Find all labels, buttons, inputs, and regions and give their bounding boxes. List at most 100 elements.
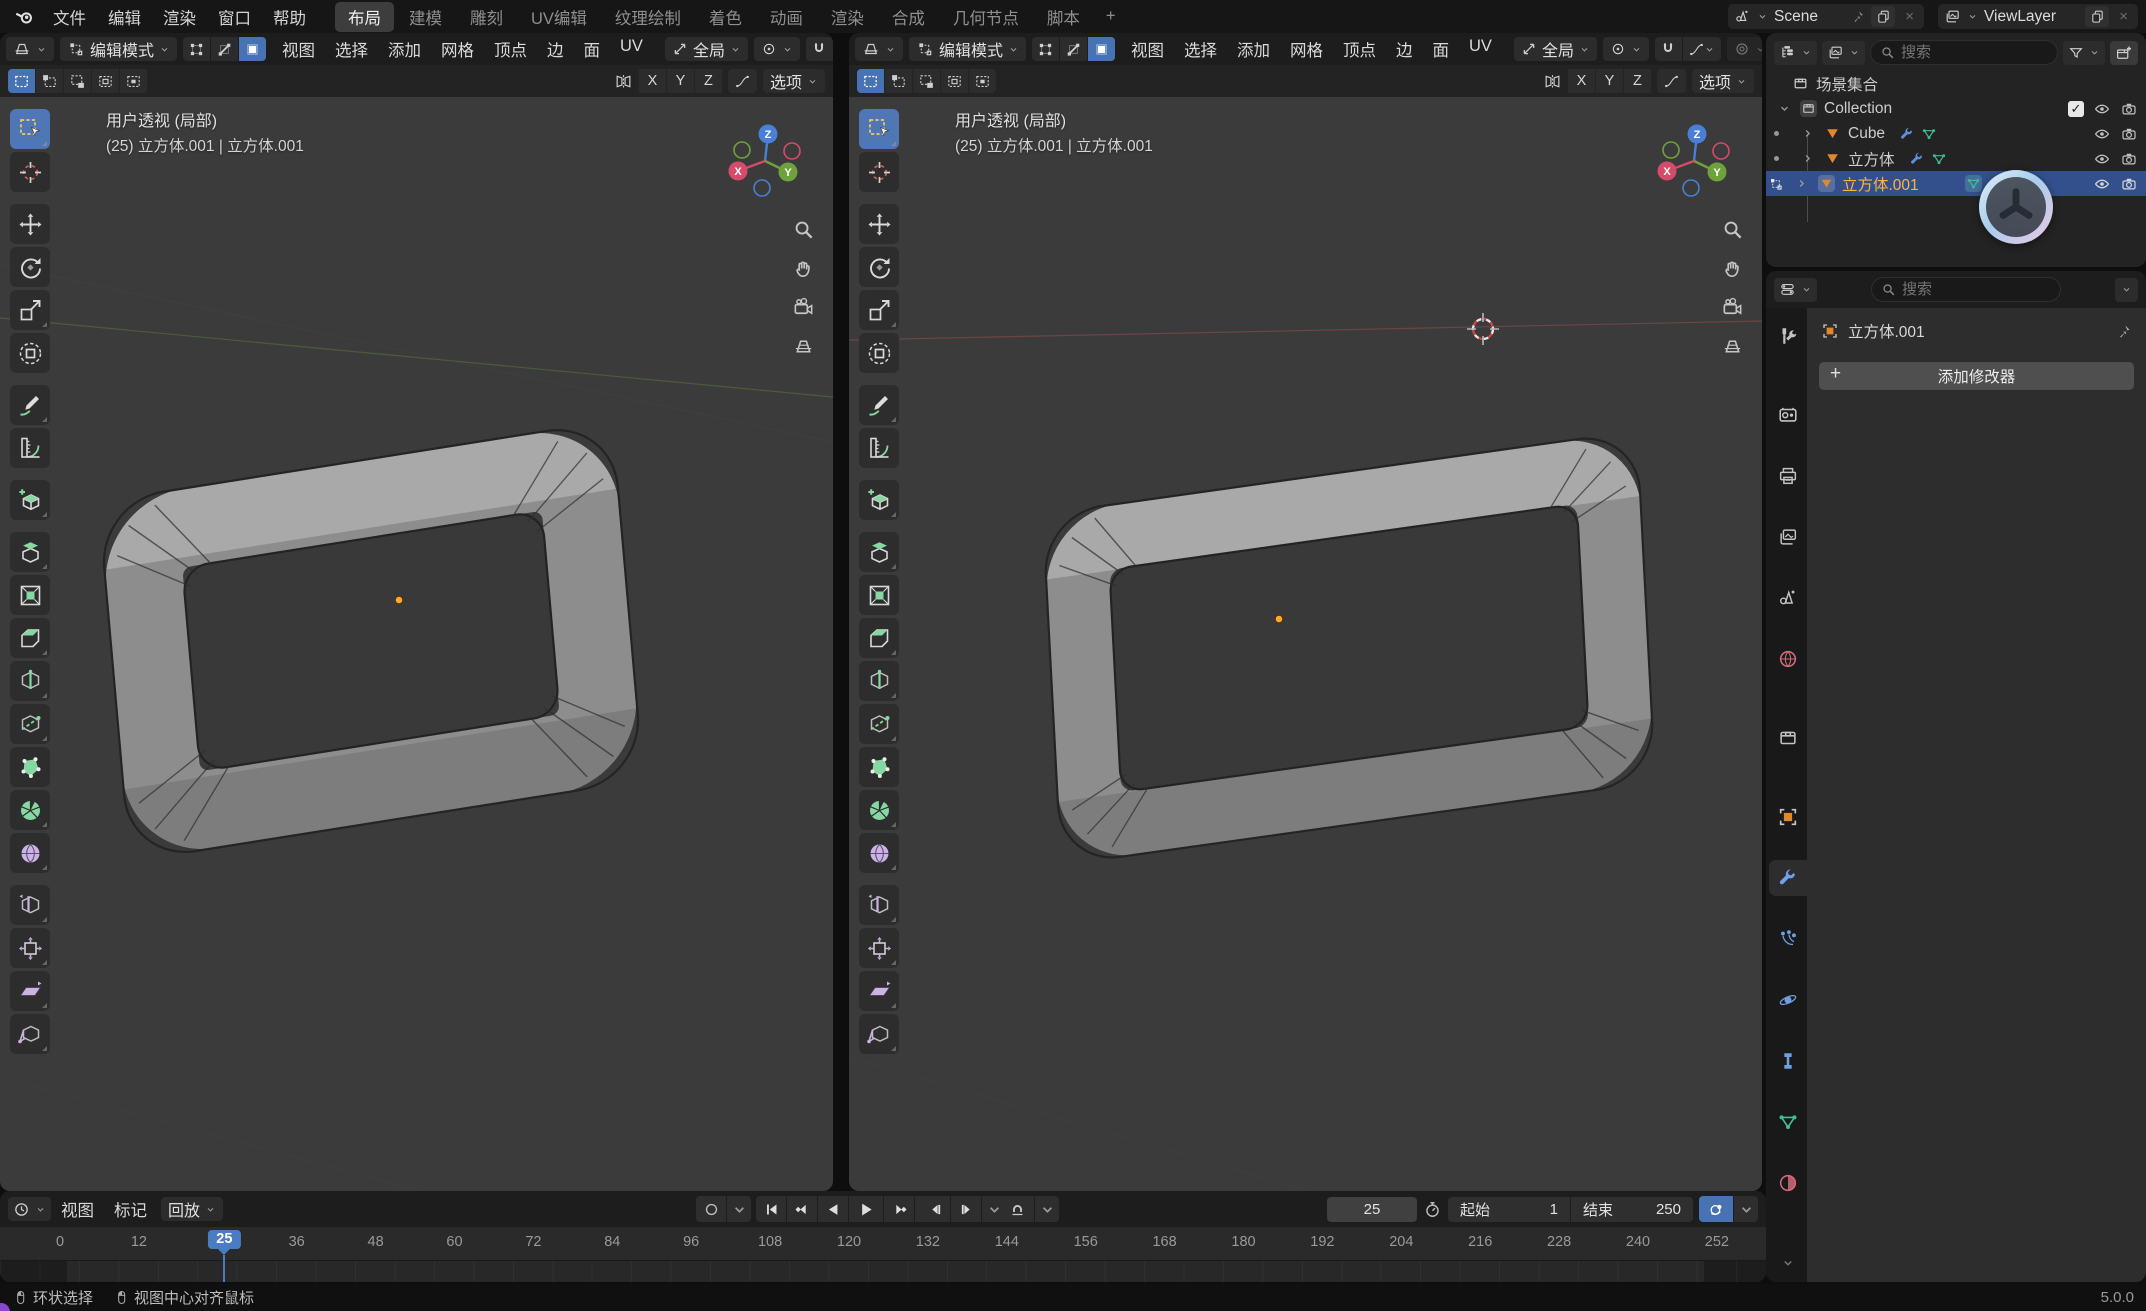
hide-eye-icon[interactable] bbox=[2093, 150, 2111, 168]
options-dropdown[interactable]: 选项 bbox=[1692, 69, 1754, 93]
tool-annotate-button[interactable] bbox=[10, 385, 50, 425]
tab-object-data[interactable] bbox=[1769, 1104, 1807, 1140]
tab-modifiers[interactable] bbox=[1769, 860, 1807, 896]
frame-start-field[interactable]: 起始1 bbox=[1448, 1197, 1570, 1222]
gizmo-z-neg-axis[interactable] bbox=[754, 180, 770, 196]
tool-add-cube-button[interactable] bbox=[859, 480, 899, 520]
tab-particles[interactable] bbox=[1769, 921, 1807, 957]
tab-physics[interactable] bbox=[1769, 982, 1807, 1018]
viewport-canvas-right[interactable]: 用户透视 (局部) (25) 立方体.001 | 立方体.001 bbox=[849, 97, 1762, 1191]
transform-orientation-dropdown[interactable]: 全局 bbox=[665, 37, 748, 61]
workspace-tab[interactable]: 合成 bbox=[879, 2, 938, 32]
snap-falloff-button[interactable] bbox=[1657, 69, 1686, 93]
select-subtract-button[interactable] bbox=[64, 69, 91, 93]
tab-world[interactable] bbox=[1769, 641, 1807, 677]
outliner-row-collection[interactable]: Collection bbox=[1766, 96, 2146, 121]
new-collection-button[interactable] bbox=[2110, 41, 2138, 65]
new-scene-button[interactable] bbox=[1871, 6, 1895, 27]
expand-icon[interactable] bbox=[1795, 177, 1808, 190]
tool-spin-button[interactable] bbox=[10, 790, 50, 830]
tab-output[interactable] bbox=[1769, 458, 1807, 494]
workspace-tab[interactable]: 脚本 bbox=[1034, 2, 1093, 32]
mirror-axis-button[interactable]: Z bbox=[1624, 69, 1651, 93]
select-subtract-button[interactable] bbox=[913, 69, 940, 93]
breadcrumb-object-name[interactable]: 立方体.001 bbox=[1848, 320, 1925, 342]
playback-dropdown[interactable]: 回放 bbox=[161, 1197, 223, 1221]
collection-checkbox[interactable] bbox=[2068, 101, 2084, 117]
frame-end-field[interactable]: 结束250 bbox=[1571, 1197, 1693, 1222]
sync-mode-dropdown[interactable] bbox=[1734, 1196, 1758, 1222]
current-frame-field[interactable]: 25 bbox=[1327, 1197, 1417, 1222]
tool-spin-button[interactable] bbox=[859, 790, 899, 830]
proportional-editing-dropdown[interactable] bbox=[1727, 37, 1762, 61]
viewport-menu-item[interactable]: 边 bbox=[537, 37, 574, 61]
edge-select-mode-button[interactable] bbox=[211, 37, 238, 61]
navigation-gizmo[interactable]: Z Y X bbox=[1648, 115, 1740, 207]
tool-measure-button[interactable] bbox=[10, 428, 50, 468]
timeline-ruler[interactable]: 25 0123648607284961081201321441561681801… bbox=[0, 1227, 1766, 1261]
play-button[interactable] bbox=[849, 1196, 883, 1222]
vertex-select-mode-button[interactable] bbox=[1032, 37, 1059, 61]
tool-poly-build-button[interactable] bbox=[859, 747, 899, 787]
hide-eye-icon[interactable] bbox=[2093, 100, 2111, 118]
tool-poly-build-button[interactable] bbox=[10, 747, 50, 787]
snap-toggle-button[interactable] bbox=[1655, 37, 1682, 61]
play-reverse-button[interactable] bbox=[818, 1196, 848, 1222]
face-select-mode-button[interactable] bbox=[1088, 37, 1115, 61]
navigation-gizmo[interactable]: Z Y X bbox=[719, 115, 811, 207]
mirror-axis-button[interactable]: X bbox=[1568, 69, 1595, 93]
scene-name[interactable]: Scene bbox=[1774, 8, 1844, 26]
select-set-button[interactable] bbox=[857, 69, 884, 93]
tool-edge-slide-button[interactable] bbox=[859, 885, 899, 925]
viewport-menu-item[interactable]: 网格 bbox=[431, 37, 484, 61]
mirror-axis-button[interactable]: Y bbox=[667, 69, 694, 93]
tool-cursor-button[interactable] bbox=[10, 152, 50, 192]
new-viewlayer-button[interactable] bbox=[2085, 6, 2109, 27]
frame-step-back-button[interactable] bbox=[920, 1196, 950, 1222]
3d-scene-left[interactable] bbox=[0, 97, 833, 1191]
timeline-menu-item[interactable]: 标记 bbox=[104, 1197, 157, 1221]
pivot-point-dropdown[interactable] bbox=[754, 37, 800, 61]
tool-knife-button[interactable] bbox=[10, 704, 50, 744]
tool-scale-button[interactable] bbox=[10, 290, 50, 330]
options-dropdown[interactable]: 选项 bbox=[763, 69, 825, 93]
pin-icon[interactable] bbox=[2115, 323, 2132, 340]
hide-eye-icon[interactable] bbox=[2093, 175, 2111, 193]
viewport-menu-item[interactable]: 添加 bbox=[378, 37, 431, 61]
playhead-flag[interactable]: 25 bbox=[208, 1230, 240, 1249]
tool-shear-button[interactable] bbox=[859, 971, 899, 1011]
tab-tool[interactable] bbox=[1769, 318, 1807, 354]
auto-keying-dropdown[interactable] bbox=[727, 1196, 751, 1222]
workspace-tab[interactable]: 着色 bbox=[696, 2, 755, 32]
mode-dropdown[interactable]: 编辑模式 bbox=[909, 37, 1026, 61]
viewport-menu-item[interactable]: 选择 bbox=[1174, 37, 1227, 61]
snap-toggle-button[interactable] bbox=[806, 37, 833, 61]
tool-rip-region-button[interactable] bbox=[10, 1014, 50, 1054]
properties-editor-type-button[interactable] bbox=[1774, 278, 1817, 302]
vertex-select-mode-button[interactable] bbox=[183, 37, 210, 61]
outliner-row-cube-001[interactable]: 立方体.001 bbox=[1766, 171, 2146, 196]
tab-scene[interactable] bbox=[1769, 580, 1807, 616]
tool-transform-button[interactable] bbox=[10, 333, 50, 373]
tool-loop-cut-button[interactable] bbox=[10, 661, 50, 701]
viewport-menu-item[interactable]: 网格 bbox=[1280, 37, 1333, 61]
tool-move-button[interactable] bbox=[859, 204, 899, 244]
viewport-menu-item[interactable]: UV bbox=[610, 37, 653, 61]
tool-rotate-button[interactable] bbox=[10, 247, 50, 287]
scene-selector[interactable]: Scene × bbox=[1728, 4, 1924, 29]
gizmo-y-neg-axis[interactable] bbox=[1663, 142, 1679, 158]
workspace-tab[interactable]: 布局 bbox=[335, 2, 394, 32]
tool-extrude-region-button[interactable] bbox=[859, 532, 899, 572]
tab-view-layer[interactable] bbox=[1769, 519, 1807, 555]
tool-smooth-button[interactable] bbox=[859, 833, 899, 873]
select-invert-button[interactable] bbox=[92, 69, 119, 93]
viewport-menu-item[interactable]: 视图 bbox=[272, 37, 325, 61]
select-intersect-button[interactable] bbox=[969, 69, 996, 93]
tool-loop-cut-button[interactable] bbox=[859, 661, 899, 701]
stopwatch-icon[interactable] bbox=[1423, 1200, 1442, 1219]
next-keyframe-button[interactable] bbox=[884, 1196, 914, 1222]
outliner-row-scene-collection[interactable]: 场景集合 bbox=[1766, 71, 2146, 96]
keying-set-dropdown[interactable] bbox=[1035, 1196, 1059, 1222]
tool-scale-button[interactable] bbox=[859, 290, 899, 330]
orthographic-toggle-button[interactable] bbox=[1718, 332, 1746, 360]
